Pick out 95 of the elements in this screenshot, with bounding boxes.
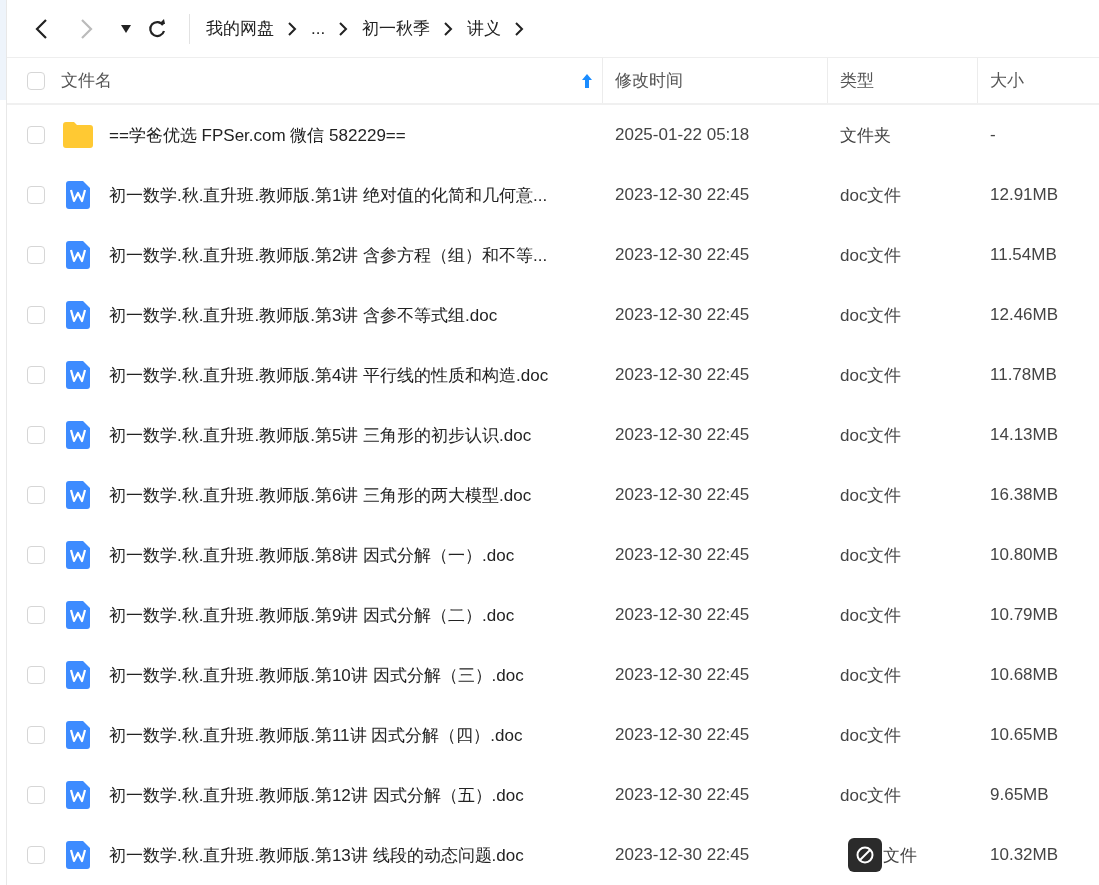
file-name[interactable]: ==学爸优选 FPSer.com 微信 582229== [109, 123, 406, 147]
refresh-icon [147, 18, 167, 39]
modified-time: 2023-12-30 22:45 [615, 845, 750, 864]
document-icon [66, 421, 90, 449]
document-icon [66, 361, 90, 389]
modified-time: 2023-12-30 22:45 [615, 365, 750, 384]
row-checkbox[interactable] [27, 666, 45, 684]
chevron-icon [288, 21, 297, 36]
modified-time: 2023-12-30 22:45 [615, 425, 750, 444]
document-icon [66, 241, 90, 269]
modified-time: 2023-12-30 22:45 [615, 785, 750, 804]
file-size: 12.91MB [990, 185, 1059, 204]
file-type: doc文件 [840, 185, 902, 205]
row-checkbox[interactable] [27, 246, 45, 264]
column-header[interactable]: 类型 [840, 69, 874, 92]
file-name[interactable]: 初一数学.秋.直升班.教师版.第1讲 绝对值的化简和几何意... [109, 183, 548, 207]
breadcrumb-item[interactable]: 初一秋季 [362, 17, 431, 40]
file-type: doc文件 [840, 545, 902, 565]
prohibited-icon [855, 845, 875, 865]
file-size: 10.68MB [990, 665, 1059, 684]
file-size: 9.65MB [990, 785, 1049, 804]
row-checkbox[interactable] [27, 606, 45, 624]
file-type: doc文件 [840, 605, 902, 625]
file-size: 16.38MB [990, 485, 1059, 504]
modified-time: 2023-12-30 22:45 [615, 245, 750, 264]
row-checkbox[interactable] [27, 126, 45, 144]
file-name[interactable]: 初一数学.秋.直升班.教师版.第12讲 因式分解（五）.doc [109, 783, 524, 807]
file-size: - [990, 125, 996, 144]
file-name[interactable]: 初一数学.秋.直升班.教师版.第10讲 因式分解（三）.doc [109, 663, 524, 687]
document-icon [66, 301, 90, 329]
file-type: doc文件 [840, 785, 902, 805]
document-icon [66, 601, 90, 629]
file-type: doc文件 [840, 425, 902, 445]
file-type: doc文件 [840, 485, 902, 505]
file-size: 11.78MB [990, 365, 1057, 384]
column-header[interactable]: 文件名 [61, 69, 112, 92]
document-icon [66, 841, 90, 869]
file-name[interactable]: 初一数学.秋.直升班.教师版.第3讲 含参不等式组.doc [109, 303, 498, 327]
row-checkbox[interactable] [27, 306, 45, 324]
row-checkbox[interactable] [27, 846, 45, 864]
modified-time: 2023-12-30 22:45 [615, 545, 750, 564]
file-size: 10.65MB [990, 725, 1059, 744]
modified-time: 2023-12-30 22:45 [615, 605, 750, 624]
caret-down-icon [121, 24, 131, 33]
column-header[interactable]: 大小 [990, 69, 1024, 92]
document-icon [66, 181, 90, 209]
file-type: doc文件 [840, 245, 902, 265]
file-name[interactable]: 初一数学.秋.直升班.教师版.第6讲 三角形的两大模型.doc [109, 483, 532, 507]
document-icon [66, 481, 90, 509]
row-checkbox[interactable] [27, 426, 45, 444]
row-checkbox[interactable] [27, 186, 45, 204]
file-type: doc文件 [840, 305, 902, 325]
chevron-icon [515, 21, 525, 36]
file-size: 11.54MB [990, 245, 1057, 264]
row-checkbox[interactable] [27, 786, 45, 804]
chevron-icon [444, 21, 454, 36]
breadcrumb-item[interactable]: 讲义 [467, 17, 502, 40]
document-icon [66, 661, 90, 689]
file-name[interactable]: 初一数学.秋.直升班.教师版.第5讲 三角形的初步认识.doc [109, 423, 532, 447]
row-checkbox[interactable] [27, 366, 45, 384]
file-size: 10.32MB [990, 845, 1059, 864]
document-icon [66, 721, 90, 749]
chevron-icon [339, 21, 349, 36]
breadcrumb-item[interactable]: 我的网盘 [206, 17, 274, 40]
row-checkbox[interactable] [27, 726, 45, 744]
document-icon [66, 781, 90, 809]
document-icon [66, 541, 90, 569]
row-checkbox[interactable] [27, 486, 45, 504]
modified-time: 2023-12-30 22:45 [615, 485, 750, 504]
modified-time: 2023-12-30 22:45 [615, 665, 750, 684]
row-checkbox[interactable] [27, 546, 45, 564]
file-name[interactable]: 初一数学.秋.直升班.教师版.第8讲 因式分解（一）.doc [109, 543, 515, 567]
file-size: 10.79MB [990, 605, 1059, 624]
modified-time: 2023-12-30 22:45 [615, 185, 750, 204]
breadcrumb-item[interactable]: ... [311, 18, 326, 39]
file-name[interactable]: 初一数学.秋.直升班.教师版.第2讲 含参方程（组）和不等... [109, 243, 548, 267]
modified-time: 2023-12-30 22:45 [615, 305, 750, 324]
file-size: 10.80MB [990, 545, 1059, 564]
select-all-checkbox[interactable] [27, 71, 45, 90]
modified-time: 2023-12-30 22:45 [615, 725, 750, 744]
column-header[interactable]: 修改时间 [615, 69, 683, 92]
modified-time: 2025-01-22 05:18 [615, 125, 750, 144]
file-name[interactable]: 初一数学.秋.直升班.教师版.第11讲 因式分解（四）.doc [109, 723, 523, 747]
file-size: 12.46MB [990, 305, 1059, 324]
file-name[interactable]: 初一数学.秋.直升班.教师版.第13讲 线段的动态问题.doc [109, 843, 524, 867]
file-type: doc文件 [840, 365, 902, 385]
file-name[interactable]: 初一数学.秋.直升班.教师版.第9讲 因式分解（二）.doc [109, 603, 515, 627]
file-name[interactable]: 初一数学.秋.直升班.教师版.第4讲 平行线的性质和构造.doc [109, 363, 549, 387]
file-type: doc文件 [840, 725, 902, 745]
file-type: 文件 [883, 845, 917, 865]
file-type: 文件夹 [840, 125, 891, 145]
file-size: 14.13MB [990, 425, 1059, 444]
file-type: doc文件 [840, 665, 902, 685]
disable-button[interactable] [848, 838, 882, 872]
folder-icon [63, 122, 93, 148]
